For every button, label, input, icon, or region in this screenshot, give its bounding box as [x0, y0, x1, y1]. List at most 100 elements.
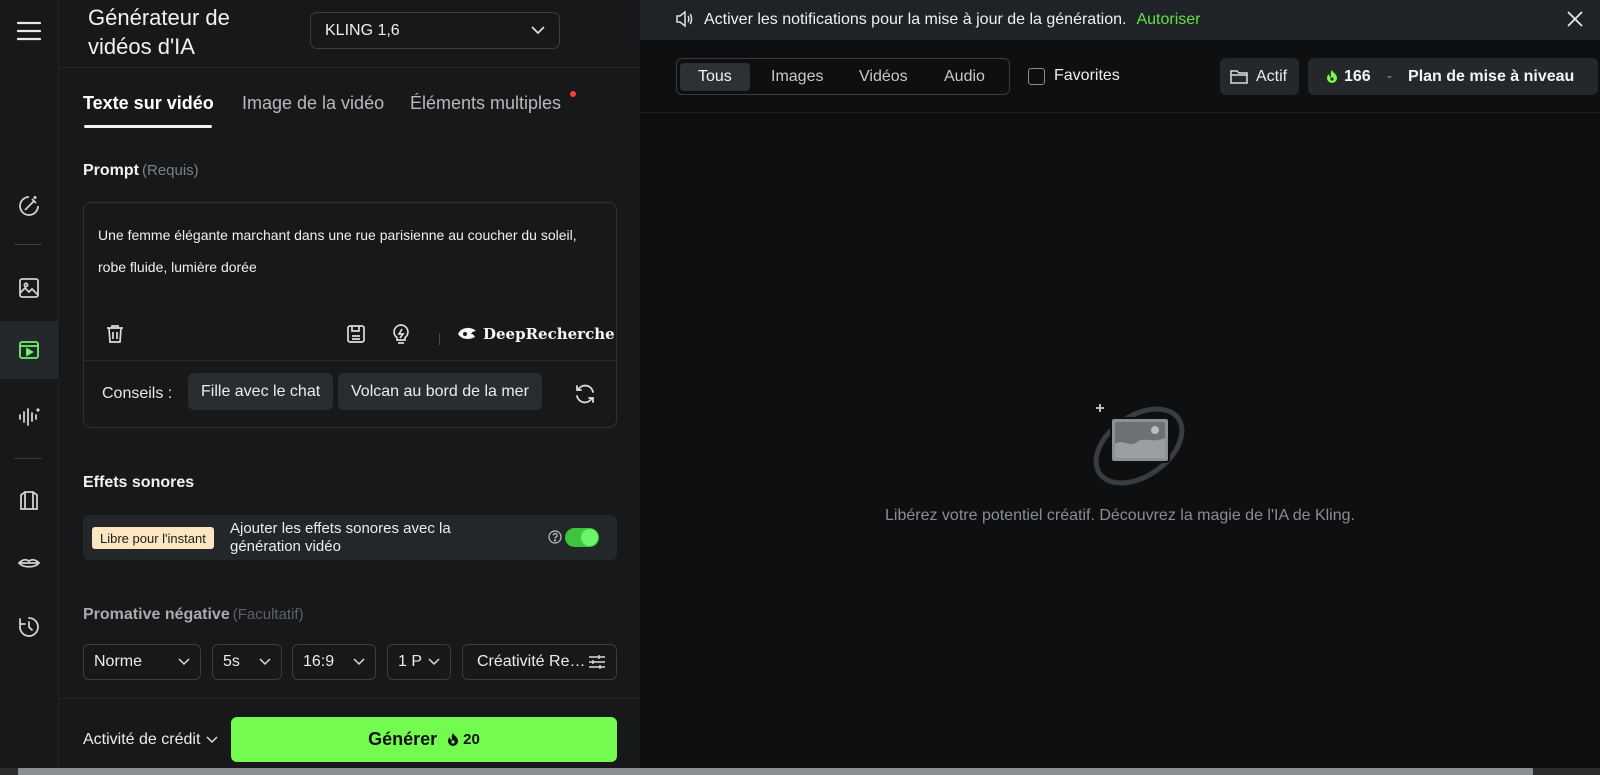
page-title: Générateur de vidéos d'IA	[88, 5, 230, 59]
magic-edit-icon[interactable]	[0, 177, 58, 235]
ratio-select-value: 16:9	[303, 653, 335, 670]
prompt-toolbar: DeepRecherche	[84, 315, 616, 357]
lips-icon[interactable]	[0, 535, 58, 593]
tab-image-to-video[interactable]: Image de la vidéo	[242, 93, 384, 114]
generator-panel: Générateur de vidéos d'IA KLING 1,6 Text…	[59, 0, 640, 775]
filter-tab-audio[interactable]: Audio	[926, 63, 1003, 91]
prompt-required-note: (Requis)	[142, 162, 199, 179]
tips-label: Conseils :	[102, 385, 173, 402]
ratio-select[interactable]: 16:9	[292, 644, 376, 680]
sound-effects-row: Libre pour l'instant Ajouter les effets …	[83, 515, 617, 560]
deep-research-label: DeepRecherche	[483, 325, 615, 343]
favorites-checkbox[interactable]	[1028, 67, 1045, 85]
assets-label: Actif	[1256, 67, 1288, 85]
active-tab-indicator	[84, 125, 212, 128]
assets-button[interactable]: Actif	[1220, 58, 1299, 95]
new-badge-dot	[570, 91, 576, 97]
trash-icon[interactable]	[104, 323, 126, 345]
flame-icon	[1327, 70, 1337, 83]
deep-research-icon	[458, 327, 476, 339]
filter-tab-all[interactable]: Tous	[680, 63, 750, 91]
close-icon[interactable]	[1566, 10, 1584, 28]
image-icon[interactable]	[0, 259, 58, 317]
left-rail	[0, 0, 59, 775]
generate-button[interactable]: Générer 20	[231, 717, 617, 762]
credit-activity-dropdown[interactable]: Activité de crédit	[83, 731, 218, 749]
notification-bar: Activer les notifications pour la mise à…	[640, 0, 1600, 40]
flame-icon	[448, 733, 459, 746]
chevron-down-icon	[353, 658, 365, 666]
sound-effects-label: Effets sonores	[83, 474, 195, 491]
prompt-textarea[interactable]: Une femme élégante marchant dans une rue…	[98, 219, 588, 283]
chevron-down-icon	[259, 658, 271, 666]
creativity-settings[interactable]: Créativité Re…	[462, 644, 617, 680]
favorites-label: Favorites	[1054, 67, 1120, 84]
speaker-icon	[675, 10, 693, 28]
generate-cost-value: 20	[463, 731, 480, 748]
generate-cost: 20	[447, 731, 480, 748]
mode-select[interactable]: Norme	[83, 644, 201, 680]
chevron-down-icon	[206, 736, 218, 744]
credit-activity-label: Activité de crédit	[83, 731, 201, 748]
sound-effects-text: Ajouter les effets sonores avec la génér…	[230, 520, 451, 555]
generate-label: Générer	[368, 729, 438, 749]
bulb-icon[interactable]	[390, 323, 412, 345]
upgrade-plan-button[interactable]: 166 - Plan de mise à niveau	[1308, 58, 1598, 95]
header-divider	[59, 67, 640, 68]
tip-chip[interactable]: Volcan au bord de la mer	[338, 373, 542, 410]
chevron-down-icon	[428, 658, 440, 666]
chevron-down-icon	[531, 26, 545, 35]
horizontal-scrollbar[interactable]	[0, 768, 1600, 775]
prompt-box: Une femme élégante marchant dans une rue…	[83, 202, 617, 428]
model-select-value: KLING 1,6	[325, 21, 400, 39]
toggle-knob	[581, 529, 598, 546]
upgrade-plan-label: Plan de mise à niveau	[1408, 67, 1575, 85]
empty-state-text: Libérez votre potentiel créatif. Découvr…	[885, 507, 1355, 524]
mode-select-value: Norme	[94, 653, 143, 670]
filter-tab-videos[interactable]: Vidéos	[841, 63, 926, 91]
folder-icon	[1230, 69, 1248, 84]
duration-select-value: 5s	[223, 653, 240, 670]
credit-balance: 166	[1344, 67, 1371, 85]
tip-chip[interactable]: Fille avec le chat	[188, 373, 334, 410]
creativity-settings-value: Créativité Re…	[477, 653, 586, 670]
negative-prompt-label-text: Promative négative	[83, 606, 230, 623]
help-icon[interactable]	[548, 530, 562, 544]
free-badge: Libre pour l'instant	[92, 527, 214, 549]
save-icon[interactable]	[345, 323, 367, 345]
credit-separator: -	[1386, 67, 1393, 85]
count-select[interactable]: 1 P	[387, 644, 451, 680]
count-select-value: 1 P	[398, 653, 423, 670]
prompt-label-text: Prompt	[83, 162, 139, 179]
favorites-filter[interactable]: Favorites	[1028, 67, 1120, 85]
tab-text-to-video[interactable]: Texte sur vidéo	[83, 93, 214, 114]
history-icon[interactable]	[0, 598, 58, 656]
filter-tab-images[interactable]: Images	[753, 63, 841, 91]
audio-wave-icon[interactable]	[0, 388, 58, 446]
tab-multi-elements[interactable]: Éléments multiples	[410, 93, 561, 114]
results-area: Activer les notifications pour la mise à…	[640, 0, 1600, 775]
sliders-icon	[589, 655, 605, 669]
shirt-icon[interactable]	[0, 472, 58, 530]
rail-divider	[14, 244, 42, 245]
refresh-icon[interactable]	[574, 383, 596, 405]
duration-select[interactable]: 5s	[212, 644, 282, 680]
chevron-down-icon	[178, 658, 190, 666]
rail-divider	[14, 458, 42, 459]
allow-notifications-link[interactable]: Autoriser	[1136, 11, 1200, 29]
notification-text: Activer les notifications pour la mise à…	[704, 11, 1127, 28]
menu-icon[interactable]	[0, 2, 58, 60]
video-icon[interactable]	[0, 321, 58, 379]
sound-effects-toggle[interactable]	[565, 528, 599, 547]
model-select[interactable]: KLING 1,6	[310, 12, 560, 49]
prompt-label: Prompt (Requis)	[83, 162, 199, 180]
toolbar-divider	[640, 112, 1600, 113]
scrollbar-thumb[interactable]	[18, 768, 1533, 775]
prompt-divider	[84, 360, 616, 361]
deep-research-button[interactable]: DeepRecherche	[457, 325, 615, 343]
toolbar-separator	[439, 333, 440, 345]
empty-state-illustration	[1089, 398, 1185, 494]
filter-tabs: Tous Images Vidéos Audio	[676, 58, 1010, 95]
footer-divider	[59, 698, 640, 699]
negative-optional-note: (Facultatif)	[232, 606, 304, 623]
